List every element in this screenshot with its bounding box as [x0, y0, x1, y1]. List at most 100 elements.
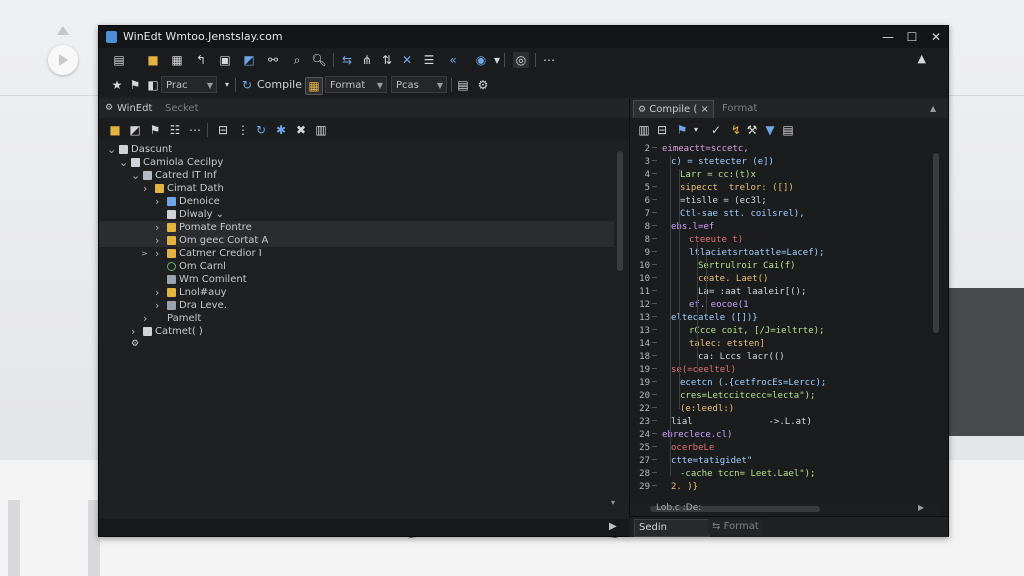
fold-marker[interactable]: [652, 368, 657, 374]
branch-icon[interactable]: ⋮: [235, 122, 251, 138]
code-line[interactable]: ebs.l=ef: [671, 221, 714, 234]
code-line[interactable]: ltlacietsrtoattle=Lacef);: [689, 247, 824, 260]
code-line[interactable]: c) = stetecter (e]): [671, 156, 774, 169]
filter-icon[interactable]: ▼: [762, 122, 778, 138]
code-line[interactable]: La= :aat laaleir[();: [698, 286, 806, 299]
more-icon[interactable]: ⋯: [187, 122, 203, 138]
tree-item[interactable]: › Om geec Cortat A: [99, 234, 614, 247]
new-icon[interactable]: ◩: [127, 122, 143, 138]
code-line[interactable]: ecetcn (.{cetfrocEs=Lercc);: [680, 377, 826, 390]
tab-winedt[interactable]: WinEdt: [117, 100, 152, 117]
globe-icon[interactable]: ◉: [473, 52, 489, 68]
code-line[interactable]: Sertrulroir Cai(f): [698, 260, 796, 273]
code-line[interactable]: rCcce coit, [/J=ieltrte);: [689, 325, 824, 338]
tab-format[interactable]: Format: [722, 100, 757, 117]
scroll-right-icon[interactable]: ▶: [918, 503, 924, 512]
expand-icon[interactable]: ⊟: [215, 122, 231, 138]
refresh-icon[interactable]: ↻: [253, 122, 269, 138]
code-line[interactable]: 2. )}: [671, 481, 698, 494]
tree-item[interactable]: ⌄ Dascunt: [99, 143, 614, 156]
code-line[interactable]: se(=ceeltel): [671, 364, 736, 377]
back-icon[interactable]: «: [445, 52, 461, 68]
chevron-down-icon[interactable]: ▾: [688, 122, 704, 138]
collapse-ribbon-icon[interactable]: ▲: [918, 52, 926, 65]
horizontal-scrollbar[interactable]: Lob.c :De: ▶: [630, 503, 940, 515]
code-line[interactable]: ceate. Laet(): [698, 273, 768, 286]
tree-item[interactable]: > › Catmer Credior I: [99, 247, 614, 260]
fold-marker[interactable]: [652, 381, 657, 387]
tab-format-bottom[interactable]: ⇆ Format: [708, 519, 763, 535]
scrollbar-thumb[interactable]: [617, 151, 623, 271]
tree-item[interactable]: › Lnol#auy: [99, 286, 614, 299]
tree-item[interactable]: Wm Comilent: [99, 273, 614, 286]
code-line[interactable]: ebreclece.cl): [662, 429, 732, 442]
chevron-right-icon[interactable]: >: [141, 247, 148, 260]
tree-item[interactable]: › Catmet( ): [99, 325, 614, 338]
settings-icon[interactable]: ⚙: [475, 77, 491, 93]
eye-icon[interactable]: ◎: [513, 52, 529, 68]
fold-marker[interactable]: [652, 225, 657, 231]
code-line[interactable]: eimeactt=sccetc,: [662, 143, 749, 156]
chevron-down-icon[interactable]: ▾: [219, 77, 235, 93]
tab-secket[interactable]: Secket: [165, 100, 199, 117]
search-icon[interactable]: 🔍︎: [311, 52, 327, 68]
scrollbar-thumb[interactable]: [933, 153, 939, 333]
open-folder-icon[interactable]: ■: [145, 52, 161, 68]
compile-icon[interactable]: ↻: [239, 77, 255, 93]
tab-sedin[interactable]: Sedin: [634, 519, 710, 537]
image-icon[interactable]: ◩: [241, 52, 257, 68]
fold-marker[interactable]: [652, 277, 657, 283]
folder-icon[interactable]: ■: [107, 122, 123, 138]
fold-marker[interactable]: [652, 407, 657, 413]
print-icon[interactable]: ▤: [455, 77, 471, 93]
close-button[interactable]: ✕: [925, 28, 947, 46]
link-icon[interactable]: ⚯: [265, 52, 281, 68]
run-icon[interactable]: ✱: [273, 122, 289, 138]
tab-close-icon[interactable]: ×: [700, 104, 708, 115]
collapse-icon[interactable]: ✖: [293, 122, 309, 138]
tree-item[interactable]: ⚙: [99, 338, 614, 351]
tab-compile[interactable]: ⚙ Compile ( ×: [633, 100, 714, 119]
copy-icon[interactable]: ▣: [217, 52, 233, 68]
compile-button[interactable]: Compile: [257, 76, 302, 94]
scroll-up-icon[interactable]: ▲: [930, 100, 936, 117]
tree-settings-icon[interactable]: ▥: [313, 122, 329, 138]
tag-icon[interactable]: ⚑: [147, 122, 163, 138]
tree-item[interactable]: › Denoice: [99, 195, 614, 208]
minimize-button[interactable]: —: [877, 28, 899, 46]
code-line[interactable]: cres=Letccitcecc=lecta");: [680, 390, 815, 403]
chevron-down-icon[interactable]: ⌄: [131, 169, 140, 182]
code-line[interactable]: =tislle = (ec3l;: [680, 195, 767, 208]
fold-marker[interactable]: [652, 420, 657, 426]
format-icon[interactable]: ▦: [305, 77, 323, 95]
merge-icon[interactable]: ⋔: [359, 52, 375, 68]
scroll-right-icon[interactable]: ▶: [609, 521, 617, 532]
maximize-button[interactable]: ☐: [901, 28, 923, 46]
code-line[interactable]: ctte=tatigidet": [671, 455, 752, 468]
fold-marker[interactable]: [652, 199, 657, 205]
code-line[interactable]: sipecct trelor: ([]): [680, 182, 794, 195]
list-icon[interactable]: ☰: [421, 52, 437, 68]
fold-marker[interactable]: [652, 264, 657, 270]
editor-scrollbar[interactable]: [930, 143, 942, 503]
chevron-right-icon[interactable]: ›: [155, 247, 159, 260]
bookmark-icon[interactable]: ⚑: [127, 77, 143, 93]
preset-dropdown[interactable]: Prac ▼: [161, 76, 217, 93]
chevron-right-icon[interactable]: ›: [155, 195, 159, 208]
fold-marker[interactable]: [652, 342, 657, 348]
fold-marker[interactable]: [652, 316, 657, 322]
highlight-icon[interactable]: ↯: [728, 122, 744, 138]
split-icon[interactable]: ⊟: [654, 122, 670, 138]
code-line[interactable]: ocerbeLe: [671, 442, 714, 455]
chevron-right-icon[interactable]: ›: [143, 182, 147, 195]
new-file-icon[interactable]: ▤: [111, 52, 127, 68]
code-line[interactable]: ca: Lccs lacr((): [698, 351, 785, 364]
chevron-right-icon[interactable]: ›: [155, 286, 159, 299]
list-icon[interactable]: ☷: [167, 122, 183, 138]
fold-marker[interactable]: [652, 433, 657, 439]
fold-marker[interactable]: [652, 173, 657, 179]
edit-icon[interactable]: ⚒: [744, 122, 760, 138]
chevron-down-icon[interactable]: ⌄: [107, 143, 116, 156]
fold-marker[interactable]: [652, 459, 657, 465]
marker-icon[interactable]: ✓: [708, 122, 724, 138]
